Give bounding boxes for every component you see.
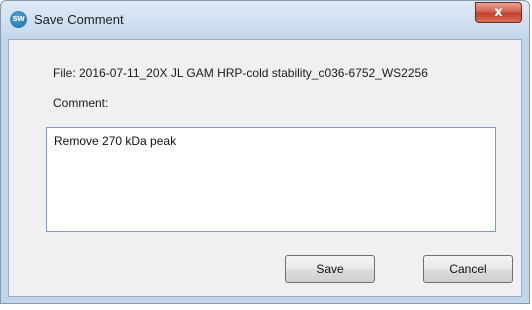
save-button[interactable]: Save xyxy=(285,255,375,283)
cancel-button[interactable]: Cancel xyxy=(423,255,513,283)
comment-input[interactable]: Remove 270 kDa peak xyxy=(46,127,496,232)
close-button[interactable]: x xyxy=(475,2,522,23)
window-title: Save Comment xyxy=(34,12,124,27)
comment-label: Comment: xyxy=(53,96,109,110)
app-logo-icon: SW xyxy=(10,11,27,28)
file-name-label: File: 2016-07-11_20X JL GAM HRP-cold sta… xyxy=(53,66,428,80)
title-bar[interactable]: SW Save Comment x xyxy=(1,1,529,39)
